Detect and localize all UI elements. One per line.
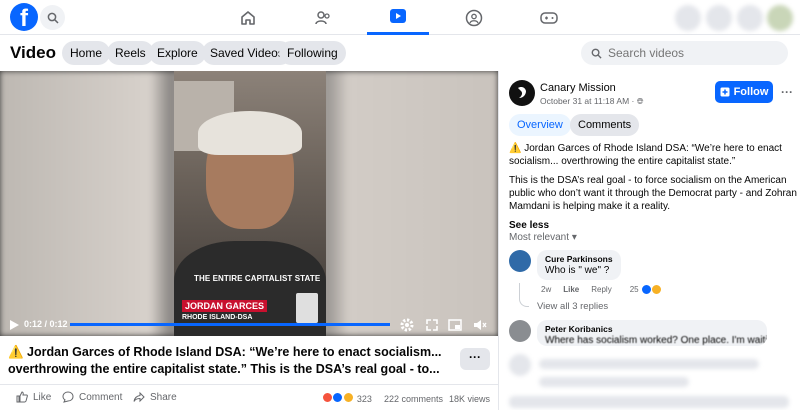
comment-age[interactable]: 2w — [541, 285, 551, 294]
video-post-title: ⚠️ Jordan Garces of Rhode Island DSA: “W… — [8, 345, 442, 376]
angry-reaction-icon — [321, 392, 333, 403]
page-name[interactable]: Canary Mission — [540, 82, 616, 94]
post-body: ⚠️ Jordan Garces of Rhode Island DSA: “W… — [509, 142, 799, 232]
video-progress-fill — [70, 323, 390, 326]
blurred-comment-input — [509, 396, 789, 408]
video-progress-bar[interactable] — [70, 323, 390, 326]
video-header: Video Home Reels Explore Saved Videos Fo… — [0, 35, 800, 71]
settings-icon[interactable] — [399, 317, 415, 333]
blurred-avatar — [509, 354, 531, 376]
search-icon[interactable] — [40, 5, 65, 30]
comment-icon — [62, 391, 74, 403]
haha-reaction-icon — [342, 392, 354, 403]
tab-comments[interactable]: Comments — [570, 114, 640, 136]
comment-text: Where has socialism worked? One place. I… — [545, 335, 767, 346]
reaction-icons[interactable] — [321, 392, 354, 405]
comment-reactions[interactable]: 25 — [629, 284, 662, 295]
like-icon — [16, 391, 28, 403]
post-stats: 323 222 comments 18K views — [321, 392, 490, 405]
views-count: 18K views — [448, 393, 490, 404]
notifications-icon[interactable] — [737, 5, 763, 31]
profile-avatar[interactable] — [767, 5, 793, 31]
share-button[interactable]: Share — [133, 391, 177, 403]
post-date[interactable]: October 31 at 11:18 AM · 🌐︎ — [540, 96, 644, 107]
commenter-name[interactable]: Cure Parkinsons — [545, 254, 613, 264]
gaming-icon[interactable] — [518, 0, 580, 35]
post-more-button[interactable]: ··· — [460, 348, 490, 370]
comment-reaction-count: 25 — [629, 285, 639, 294]
share-label: Share — [150, 391, 177, 403]
comment-meta: 2w Like Reply 25 — [541, 284, 662, 295]
pill-following[interactable]: Following — [279, 41, 346, 65]
home-icon[interactable] — [217, 0, 279, 35]
haha-reaction-icon — [650, 284, 662, 295]
page-avatar[interactable] — [509, 80, 535, 106]
comment-sort-dropdown[interactable]: Most relevant ▾ — [509, 232, 577, 243]
facebook-logo[interactable]: f — [10, 3, 38, 31]
groups-icon[interactable] — [443, 0, 505, 35]
globe-icon: 🌐︎ — [636, 96, 644, 106]
blurred-comment — [539, 359, 759, 369]
comment-text: Who is " we" ? — [545, 265, 610, 276]
post-details-panel: Canary Mission October 31 at 11:18 AM · … — [498, 71, 800, 410]
reply-thread-line — [519, 283, 529, 307]
fullscreen-icon[interactable] — [424, 317, 440, 333]
friends-icon[interactable] — [292, 0, 354, 35]
share-icon — [133, 391, 145, 403]
commenter-avatar[interactable] — [509, 250, 531, 272]
pill-home[interactable]: Home — [62, 41, 111, 65]
like-button[interactable]: Like — [16, 391, 51, 403]
search-icon — [591, 48, 602, 59]
comment-button[interactable]: Comment — [62, 391, 122, 403]
commenter-avatar[interactable] — [509, 320, 531, 342]
follow-icon — [720, 87, 730, 97]
volume-icon[interactable] — [472, 317, 488, 333]
like-reaction-icon — [332, 392, 344, 403]
blurred-comment — [539, 377, 689, 387]
pill-explore[interactable]: Explore — [149, 41, 206, 65]
reaction-count[interactable]: 323 — [357, 394, 372, 404]
video-icon[interactable] — [367, 0, 429, 35]
comment-label: Comment — [79, 391, 123, 403]
like-label: Like — [33, 391, 52, 403]
follow-button[interactable]: Follow — [715, 81, 773, 103]
comment-bubble: Cure Parkinsons Who is " we" ? — [537, 250, 621, 280]
comment-like-button[interactable]: Like — [563, 285, 579, 294]
comments-count[interactable]: 222 comments — [384, 394, 443, 404]
video-caption: THE ENTIRE CAPITALIST STATE — [194, 274, 321, 283]
like-reaction-icon — [640, 284, 652, 295]
video-controls: 0:12 / 0:12 — [0, 314, 498, 336]
video-timecode: 0:12 / 0:12 — [24, 319, 68, 329]
post-body-paragraph-2: This is the DSA’s real goal - to force s… — [509, 175, 797, 212]
post-body-paragraph-1: ⚠️ Jordan Garces of Rhode Island DSA: “W… — [509, 143, 782, 167]
messenger-icon[interactable] — [706, 5, 732, 31]
video-name-tag: JORDAN GARCES — [182, 300, 268, 312]
follow-label: Follow — [733, 86, 769, 98]
search-input[interactable] — [608, 46, 778, 60]
view-replies-link[interactable]: View all 3 replies — [537, 301, 608, 312]
commenter-name[interactable]: Peter Koribanics — [545, 324, 759, 334]
tab-overview[interactable]: Overview — [509, 114, 571, 136]
video-frame: THE ENTIRE CAPITALIST STATE JORDAN GARCE… — [174, 71, 326, 336]
top-nav: f — [0, 0, 800, 35]
comment-reply-button[interactable]: Reply — [591, 285, 611, 294]
panel-more-button[interactable]: ··· — [781, 85, 793, 99]
comment-bubble: Peter Koribanics Where has socialism wor… — [537, 320, 767, 346]
video-player[interactable]: THE ENTIRE CAPITALIST STATE JORDAN GARCE… — [0, 71, 498, 336]
chevron-down-icon: ▾ — [571, 232, 577, 243]
pip-icon[interactable] — [447, 317, 463, 333]
play-icon[interactable] — [6, 317, 22, 333]
menu-icon[interactable] — [675, 5, 701, 31]
post-date-text: October 31 at 11:18 AM · — [540, 96, 637, 106]
pill-reels[interactable]: Reels — [107, 41, 154, 65]
see-less-link[interactable]: See less — [509, 219, 799, 232]
page-title: Video — [10, 43, 56, 62]
search-videos[interactable] — [581, 41, 788, 65]
post-actions-bar: Like Comment Share 323 222 comments 18K … — [0, 384, 498, 408]
comment-sort-label: Most relevant — [509, 232, 570, 243]
